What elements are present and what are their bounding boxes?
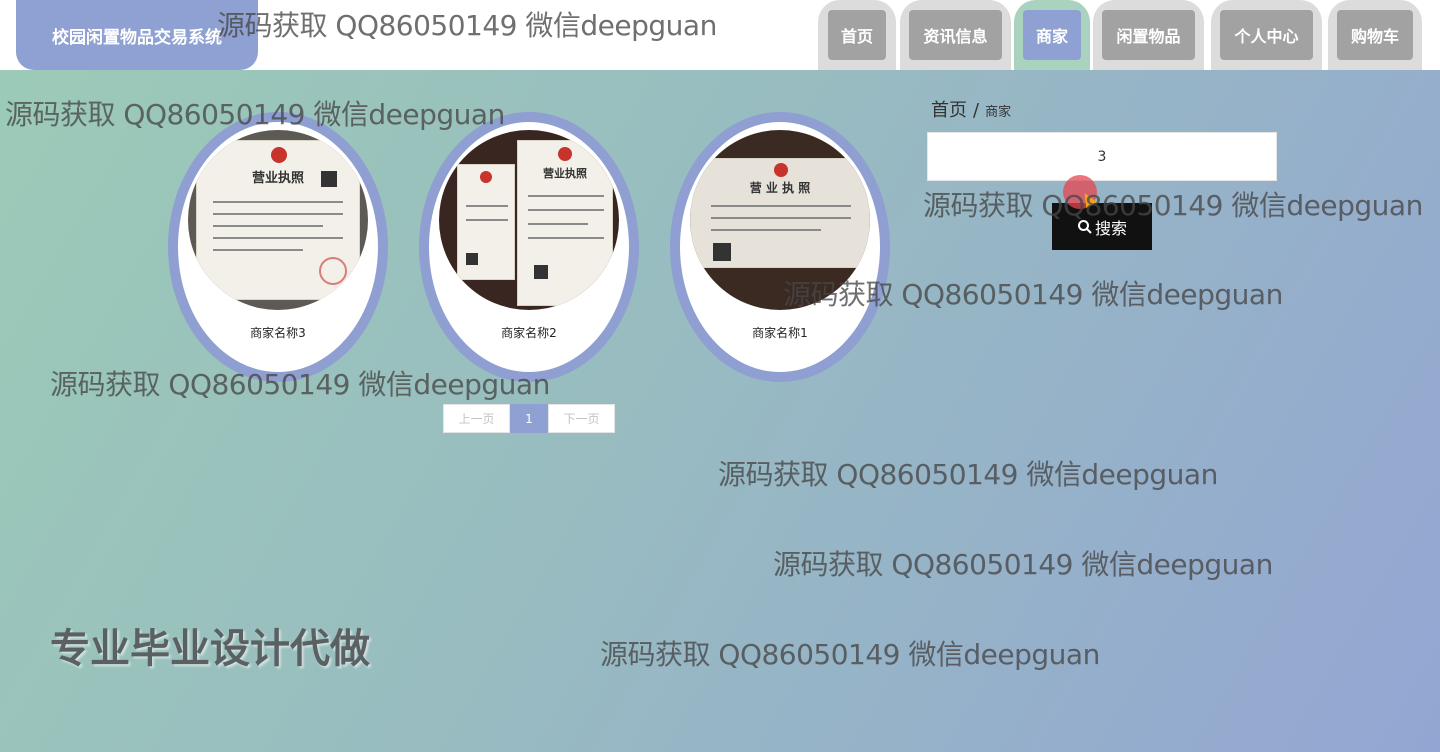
watermark-text: 源码获取 QQ86050149 微信deepguan (600, 638, 1100, 671)
top-header: 校园闲置物品交易系统 首页 资讯信息 商家 闲置物品 个人中心 购物车 (0, 0, 1440, 70)
license-text-line (711, 217, 851, 219)
nav-tab-home[interactable]: 首页 (818, 0, 896, 70)
nav-tab-user-center-label[interactable]: 个人中心 (1220, 10, 1313, 60)
merchant-name[interactable]: 商家名称1 (680, 324, 880, 341)
license-text-line (213, 237, 343, 239)
merchant-card[interactable]: 营业执照 商家名称3 (168, 112, 388, 382)
qr-code-icon (713, 243, 731, 261)
business-license-copy-image (457, 164, 515, 280)
national-emblem-icon (480, 171, 492, 183)
license-text-line (528, 223, 588, 225)
watermark-text: 源码获取 QQ86050149 微信deepguan (718, 458, 1218, 491)
nav-tab-news[interactable]: 资讯信息 (900, 0, 1011, 70)
watermark-text: 源码获取 QQ86050149 微信deepguan (773, 548, 1273, 581)
search-input[interactable] (927, 132, 1277, 181)
merchant-photo[interactable]: 营业执照 (439, 130, 619, 310)
nav-tab-idle-items-label[interactable]: 闲置物品 (1102, 10, 1195, 60)
nav-tab-news-label[interactable]: 资讯信息 (909, 10, 1002, 60)
breadcrumb: 首页 / 商家 (931, 96, 1011, 122)
prev-page-button[interactable]: 上一页 (443, 404, 510, 433)
license-text-line (466, 219, 508, 221)
breadcrumb-current: 商家 (985, 105, 1012, 120)
license-text-line (213, 225, 323, 227)
license-text-line (528, 195, 604, 197)
official-seal-icon (319, 257, 347, 285)
watermark-text: 源码获取 QQ86050149 微信deepguan (217, 9, 717, 42)
qr-code-icon (466, 253, 478, 265)
watermark-text: 源码获取 QQ86050149 微信deepguan (50, 368, 550, 401)
qr-code-icon (321, 171, 337, 187)
nav-tab-merchants-label[interactable]: 商家 (1023, 10, 1081, 60)
nav-tab-idle-items[interactable]: 闲置物品 (1093, 0, 1204, 70)
license-title: 营 业 执 照 (749, 181, 811, 195)
license-text-line (711, 229, 821, 231)
page-number-button[interactable]: 1 (510, 404, 548, 433)
merchant-name[interactable]: 商家名称3 (178, 324, 378, 341)
merchant-photo[interactable]: 营业执照 (188, 130, 368, 310)
breadcrumb-home-link[interactable]: 首页 (931, 100, 967, 121)
license-text-line (711, 205, 851, 207)
license-text-line (528, 209, 604, 211)
license-text-line (466, 205, 508, 207)
watermark-text: 源码获取 QQ86050149 微信deepguan (923, 189, 1423, 222)
business-license-image: 营 业 执 照 (690, 158, 870, 268)
license-text-line (528, 237, 604, 239)
merchant-name[interactable]: 商家名称2 (429, 324, 629, 341)
national-emblem-icon (774, 163, 788, 177)
qr-code-icon (534, 265, 548, 279)
national-emblem-icon (558, 147, 572, 161)
business-license-image: 营业执照 (196, 140, 360, 300)
license-text-line (213, 213, 343, 215)
nav-tab-cart-label[interactable]: 购物车 (1337, 10, 1413, 60)
promo-slogan: 专业毕业设计代做 (50, 626, 370, 672)
license-text-line (213, 201, 343, 203)
next-page-button[interactable]: 下一页 (548, 404, 615, 433)
license-title: 营业执照 (543, 167, 587, 180)
merchant-card[interactable]: 营 业 执 照 商家名称1 (670, 112, 890, 382)
nav-tab-home-label[interactable]: 首页 (828, 10, 886, 60)
merchant-card[interactable]: 营业执照 商家名称2 (419, 112, 639, 382)
nav-tab-user-center[interactable]: 个人中心 (1211, 0, 1322, 70)
watermark-text: 源码获取 QQ86050149 微信deepguan (783, 278, 1283, 311)
national-emblem-icon (271, 147, 287, 163)
nav-tab-cart[interactable]: 购物车 (1328, 0, 1422, 70)
watermark-text: 源码获取 QQ86050149 微信deepguan (5, 98, 505, 131)
breadcrumb-separator: / (973, 100, 980, 121)
business-license-image: 营业执照 (517, 140, 613, 306)
nav-tab-merchants[interactable]: 商家 (1014, 0, 1090, 70)
pagination: 上一页 1 下一页 (443, 404, 615, 433)
license-text-line (213, 249, 303, 251)
